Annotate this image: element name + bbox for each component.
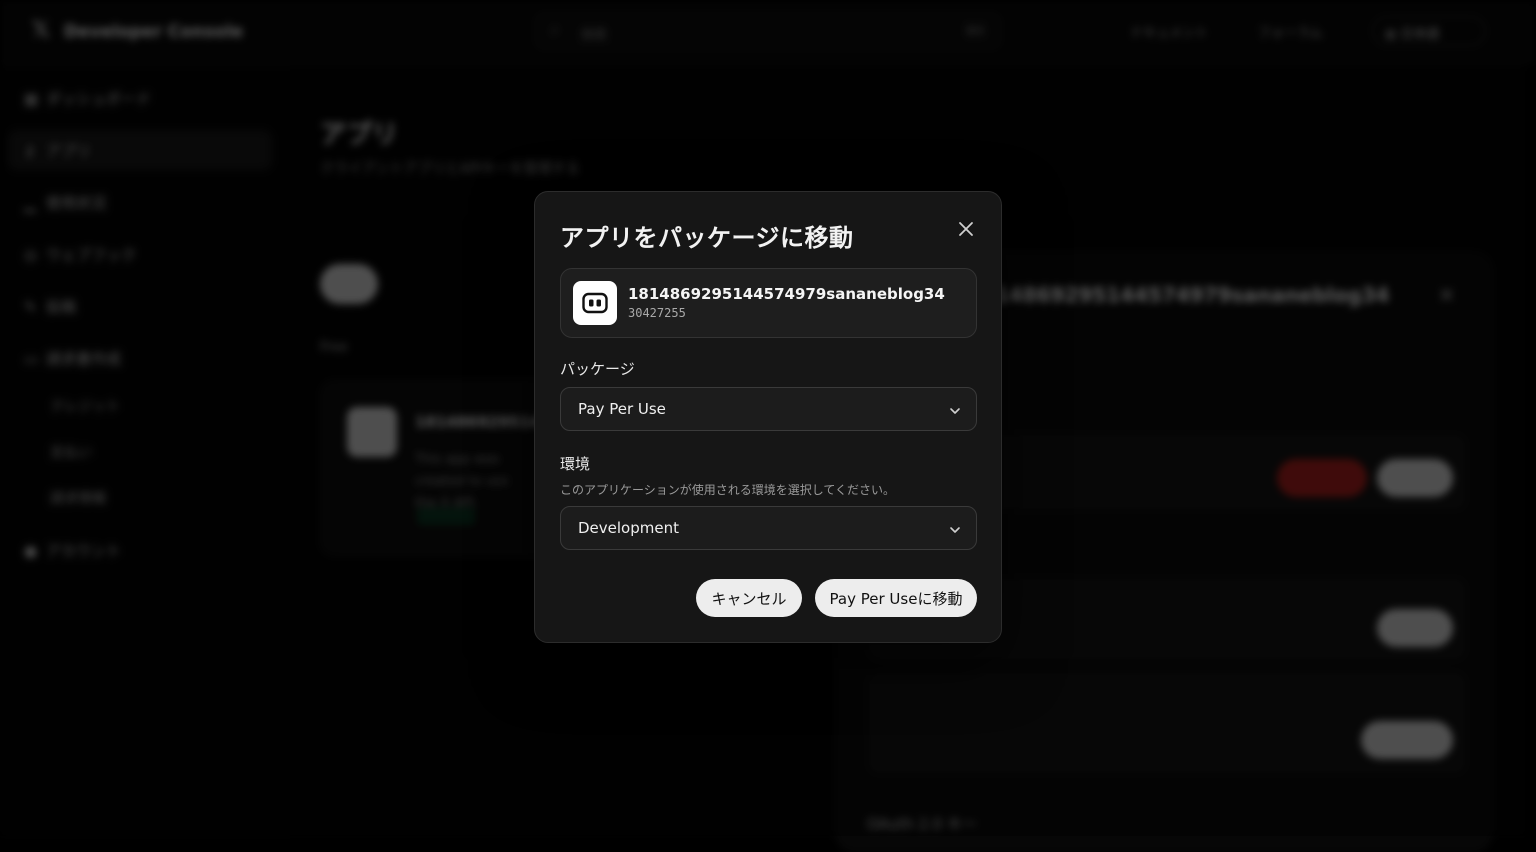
chevron-down-icon [950,527,960,533]
environment-select-value: Development [578,519,679,537]
environment-label: 環境 [560,455,591,473]
cancel-button[interactable]: キャンセル [696,579,802,617]
chevron-down-icon [950,408,960,414]
selected-app-card: 1814869295144574979sananeblog34 30427255 [560,268,977,338]
dialog-title: アプリをパッケージに移動 [560,224,854,252]
environment-help-text: このアプリケーションが使用される環境を選択してください。 [560,483,896,497]
package-select[interactable]: Pay Per Use [560,387,977,431]
package-select-value: Pay Per Use [578,400,666,418]
close-icon[interactable] [953,216,979,242]
move-to-package-button[interactable]: Pay Per Useに移動 [815,579,977,617]
app-root: 𝕏 Developer Console ⌕ 検索 ⌘K ドキュメント フォーラム… [0,0,1536,852]
move-package-dialog: アプリをパッケージに移動 1814869295144574979sananebl… [534,191,1002,643]
app-name: 1814869295144574979sananeblog34 [628,285,945,303]
environment-select[interactable]: Development [560,506,977,550]
package-label: パッケージ [560,360,635,378]
app-robot-icon [573,281,617,325]
app-id: 30427255 [628,306,686,320]
